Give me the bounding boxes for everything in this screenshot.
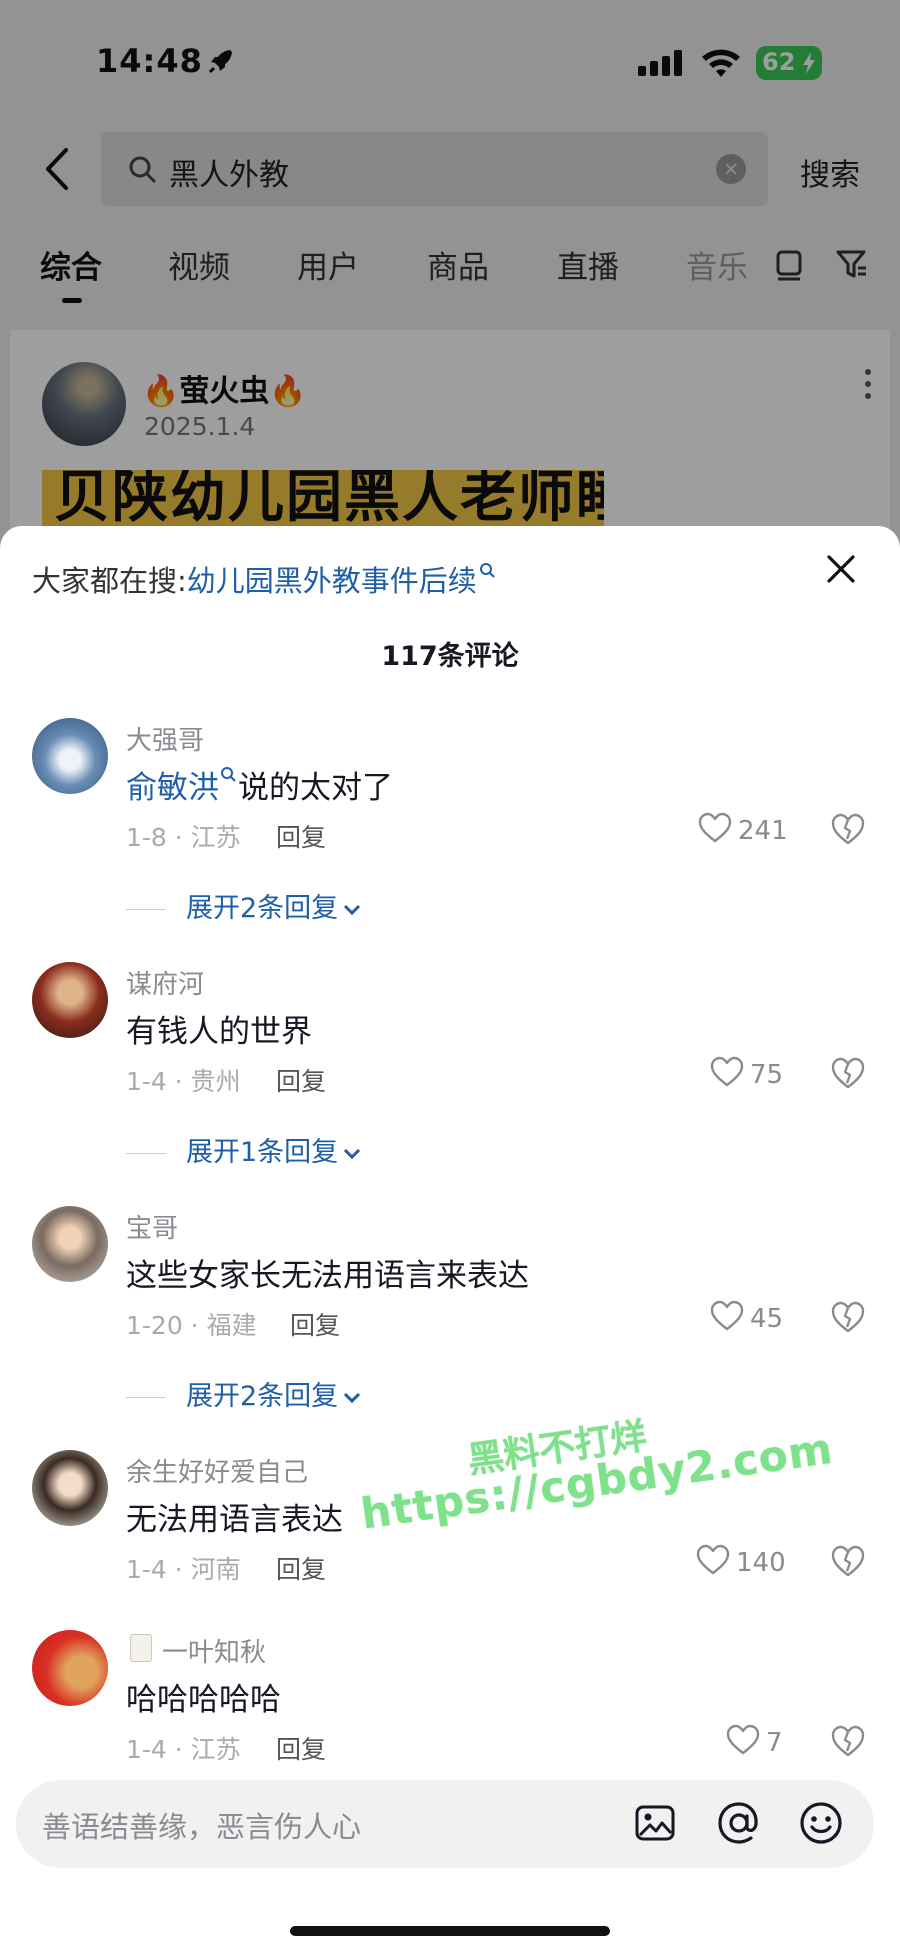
comment-text: 有钱人的世界	[126, 1014, 312, 1050]
comment-username[interactable]: 宝哥	[126, 1208, 178, 1245]
comment-date-location: 1-8 · 江苏	[126, 823, 241, 852]
expand-replies-label: 展开2条回复	[186, 1381, 339, 1412]
comment-username[interactable]: 谋府河	[126, 964, 204, 1001]
comment-username[interactable]: 一叶知秋	[162, 1632, 266, 1669]
reply-button[interactable]: 回复	[290, 1306, 340, 1342]
reply-button[interactable]: 回复	[276, 1062, 326, 1098]
expand-divider	[126, 1153, 166, 1154]
mention-link[interactable]: 俞敏洪	[126, 770, 219, 806]
comment-sheet: 大家都在搜:幼儿园黑外教事件后续 117条评论 大强哥 俞敏洪 说的太对了 1-8…	[0, 526, 900, 1952]
comment-input[interactable]: 善语结善缘，恶言伤人心	[16, 1780, 874, 1868]
heart-icon	[710, 1300, 744, 1331]
modal-overlay[interactable]	[0, 0, 900, 560]
expand-replies-label: 展开1条回复	[186, 1137, 339, 1168]
dislike-icon[interactable]	[830, 1056, 866, 1090]
like-count: 7	[766, 1728, 783, 1758]
trending-searches: 大家都在搜:幼儿园黑外教事件后续	[32, 558, 495, 600]
comment-username[interactable]: 余生好好爱自己	[126, 1452, 308, 1489]
avatar[interactable]	[32, 1206, 108, 1282]
dislike-icon[interactable]	[830, 1300, 866, 1334]
avatar[interactable]	[32, 718, 108, 794]
like-count: 45	[750, 1304, 784, 1334]
comment-count: 117条评论	[381, 641, 519, 672]
dislike-icon[interactable]	[830, 1544, 866, 1578]
comment-item: 谋府河 有钱人的世界 1-4 · 贵州 回复 75	[0, 962, 900, 1122]
like-count: 241	[738, 816, 788, 846]
home-indicator	[290, 1926, 610, 1936]
avatar[interactable]	[32, 962, 108, 1038]
comment-item: 大强哥 俞敏洪 说的太对了 1-8 · 江苏 回复 241	[0, 718, 900, 878]
comment-date-location: 1-4 · 江苏	[126, 1735, 241, 1764]
comment-input-bar: 善语结善缘，恶言伤人心	[0, 1764, 900, 1952]
close-icon[interactable]	[826, 554, 856, 584]
mention-icon[interactable]	[716, 1800, 762, 1846]
user-badge-icon	[130, 1634, 152, 1662]
dislike-icon[interactable]	[830, 812, 866, 846]
comment-text: 哈哈哈哈哈	[126, 1682, 281, 1718]
reply-button[interactable]: 回复	[276, 1550, 326, 1586]
expand-replies-button[interactable]: 展开2条回复	[126, 886, 362, 925]
heart-icon	[710, 1056, 744, 1087]
comment-text: 俞敏洪 说的太对了	[126, 762, 393, 807]
dislike-icon[interactable]	[830, 1724, 866, 1758]
comment-date-location: 1-4 · 河南	[126, 1555, 241, 1584]
reply-button[interactable]: 回复	[276, 818, 326, 854]
reply-button[interactable]: 回复	[276, 1730, 326, 1766]
expand-replies-button[interactable]: 展开1条回复	[126, 1130, 362, 1169]
search-icon	[221, 767, 236, 782]
chevron-down-icon	[344, 1148, 361, 1159]
like-count: 140	[736, 1548, 786, 1578]
expand-replies-button[interactable]: 展开2条回复	[126, 1374, 362, 1413]
comment-date-location: 1-20 · 福建	[126, 1311, 257, 1340]
comment-input-placeholder: 善语结善缘，恶言伤人心	[42, 1810, 362, 1844]
avatar[interactable]	[32, 1630, 108, 1706]
like-count: 75	[750, 1060, 784, 1090]
comment-text: 这些女家长无法用语言来表达	[126, 1258, 529, 1294]
chevron-down-icon	[344, 904, 361, 915]
comment-username[interactable]: 大强哥	[126, 720, 204, 757]
expand-divider	[126, 909, 166, 910]
expand-divider	[126, 1397, 166, 1398]
trending-prefix: 大家都在搜:	[32, 564, 187, 598]
comment-date-location: 1-4 · 贵州	[126, 1067, 241, 1096]
comment-body: 说的太对了	[238, 770, 393, 806]
heart-icon	[696, 1544, 730, 1575]
chevron-down-icon	[344, 1392, 361, 1403]
heart-icon	[726, 1724, 760, 1755]
comment-item: 宝哥 这些女家长无法用语言来表达 1-20 · 福建 回复 45	[0, 1206, 900, 1366]
comment-text: 无法用语言表达	[126, 1502, 343, 1538]
avatar[interactable]	[32, 1450, 108, 1526]
search-icon	[479, 563, 495, 578]
heart-icon	[698, 812, 732, 843]
trending-link[interactable]: 幼儿园黑外教事件后续	[187, 564, 477, 598]
emoji-icon[interactable]	[798, 1800, 844, 1846]
image-icon[interactable]	[634, 1802, 676, 1844]
expand-replies-label: 展开2条回复	[186, 893, 339, 924]
